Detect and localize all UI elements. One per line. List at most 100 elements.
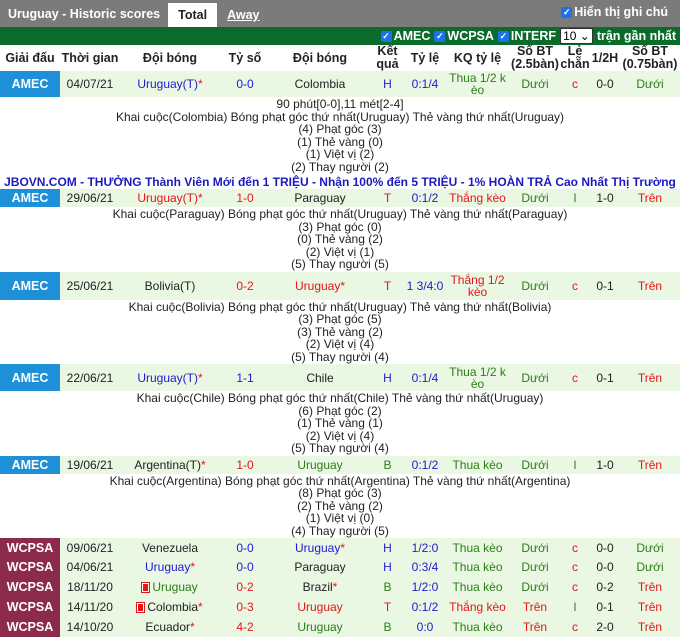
- home-team[interactable]: Uruguay(T)*: [120, 71, 220, 97]
- league-badge[interactable]: AMEC: [0, 455, 60, 474]
- star-marker: *: [198, 600, 203, 614]
- match-date: 29/06/21: [60, 189, 120, 207]
- odd-even: c: [560, 538, 590, 557]
- away-team[interactable]: Uruguay: [270, 597, 370, 617]
- half-time-score: 0-0: [590, 71, 620, 97]
- handicap: 0:1/2: [405, 455, 445, 474]
- score: 0-2: [220, 271, 270, 300]
- handicap: 0:3/4: [405, 557, 445, 577]
- home-team[interactable]: Uruguay: [120, 577, 220, 597]
- detail-line: (2) Thay người (2): [291, 159, 389, 174]
- match-count-suffix: trận gần nhất: [596, 29, 676, 43]
- table-row: WCPSA 04/06/21 Uruguay* 0-0 Paraguay H 0:3/4 Th…: [0, 557, 680, 577]
- away-team[interactable]: Paraguay: [270, 189, 370, 207]
- odd-even: c: [560, 577, 590, 597]
- over-under-075: Trên: [620, 617, 680, 637]
- away-team[interactable]: Colombia: [270, 71, 370, 97]
- checkbox-icon[interactable]: ✓: [434, 30, 446, 42]
- filter-label: WCPSA: [447, 29, 494, 43]
- league-badge[interactable]: AMEC: [0, 271, 60, 300]
- table-row: WCPSA 18/11/20 Uruguay 0-2 Brazil* B 1/2:0 Thua…: [0, 577, 680, 597]
- table-row: WCPSA 14/11/20 Colombia* 0-3 Uruguay T 0:1/2 Th…: [0, 597, 680, 617]
- league-badge[interactable]: WCPSA: [0, 617, 60, 637]
- star-marker: *: [190, 620, 195, 634]
- match-details: Khai cuộc(Paraguay) Bóng phạt góc thứ nh…: [0, 207, 680, 272]
- home-team[interactable]: Argentina(T)*: [120, 455, 220, 474]
- league-badge[interactable]: WCPSA: [0, 577, 60, 597]
- filter-wcpsa[interactable]: ✓ WCPSA: [434, 29, 494, 43]
- league-badge[interactable]: WCPSA: [0, 557, 60, 577]
- checkbox-icon[interactable]: ✓: [497, 30, 509, 42]
- result: B: [370, 617, 405, 637]
- chevron-down-icon: ⌄: [579, 29, 590, 43]
- home-team[interactable]: Colombia*: [120, 597, 220, 617]
- score: 0-0: [220, 71, 270, 97]
- promo-link[interactable]: JBOVN.COM - THƯỞNG Thành Viên Mới đến 1 …: [0, 174, 680, 189]
- home-team[interactable]: Uruguay(T)*: [120, 364, 220, 391]
- away-team[interactable]: Paraguay: [270, 557, 370, 577]
- away-team[interactable]: Brazil*: [270, 577, 370, 597]
- filter-label: AMEC: [393, 29, 431, 43]
- league-badge[interactable]: AMEC: [0, 189, 60, 207]
- score: 0-0: [220, 557, 270, 577]
- filter-interf[interactable]: ✓ INTERF: [497, 29, 556, 43]
- handicap-result: Thắng kèo: [445, 597, 510, 617]
- team-name: Uruguay(T): [137, 370, 198, 385]
- column-header: Đội bóng: [270, 45, 370, 71]
- team-name: Uruguay: [297, 600, 343, 614]
- away-team[interactable]: Uruguay*: [270, 271, 370, 300]
- home-team[interactable]: Bolivia(T): [120, 271, 220, 300]
- star-marker: *: [340, 540, 346, 555]
- over-under: Trên: [510, 617, 560, 637]
- results-table: Giải đấu Thời gian Đội bóng Tỷ số Đội bóng Kế…: [0, 45, 680, 637]
- column-header: Số BT (2.5bàn): [510, 44, 560, 71]
- away-team[interactable]: Uruguay: [270, 617, 370, 637]
- home-team[interactable]: Venezuela: [120, 538, 220, 557]
- handicap-result: Thua kèo: [445, 455, 510, 474]
- match-date: 22/06/21: [60, 364, 120, 391]
- away-team[interactable]: Chile: [270, 364, 370, 391]
- team-name: Uruguay: [297, 620, 343, 634]
- handicap: 0:1/4: [405, 71, 445, 97]
- over-under: Dưới: [510, 271, 560, 300]
- header-bar: Uruguay - Historic scores Total Away ✓ Hi…: [0, 0, 680, 27]
- checkbox-icon[interactable]: ✓: [561, 6, 573, 18]
- match-date: 19/06/21: [60, 455, 120, 474]
- over-under-075: Dưới: [620, 71, 680, 97]
- column-header: Kết quả: [370, 45, 405, 71]
- home-team[interactable]: Uruguay*: [120, 557, 220, 577]
- score: 1-0: [220, 455, 270, 474]
- team-name: Bolivia(T): [144, 278, 196, 293]
- half-time-score: 0-1: [590, 364, 620, 391]
- away-team[interactable]: Uruguay: [270, 455, 370, 474]
- handicap-result: Thua 1/2 k èo: [445, 71, 510, 97]
- home-team[interactable]: Uruguay(T)*: [120, 189, 220, 207]
- result: T: [370, 271, 405, 300]
- column-header: KQ tỷ lệ: [445, 45, 510, 71]
- filter-amec[interactable]: ✓ AMEC: [380, 29, 431, 43]
- over-under: Dưới: [510, 455, 560, 474]
- star-marker: *: [190, 560, 196, 574]
- away-team[interactable]: Uruguay*: [270, 538, 370, 557]
- over-under-075: Trên: [620, 364, 680, 391]
- table-row: WCPSA 09/06/21 Venezuela 0-0 Uruguay* H 1/2:0 T…: [0, 538, 680, 557]
- league-badge[interactable]: AMEC: [0, 71, 60, 97]
- detail-line: (5) Thay người (4): [291, 441, 389, 455]
- home-team[interactable]: Ecuador*: [120, 617, 220, 637]
- show-notes-toggle[interactable]: ✓ Hiển thị ghi chú: [561, 5, 668, 19]
- league-badge[interactable]: WCPSA: [0, 538, 60, 557]
- tab-away[interactable]: Away: [217, 3, 269, 27]
- league-badge[interactable]: AMEC: [0, 364, 60, 391]
- checkbox-icon[interactable]: ✓: [380, 30, 392, 42]
- over-under-075: Dưới: [620, 557, 680, 577]
- promo-banner[interactable]: JBOVN.COM - THƯỞNG Thành Viên Mới đến 1 …: [0, 174, 680, 189]
- team-name: Chile: [306, 370, 334, 385]
- detail-line: (0) Thẻ vàng (2): [297, 232, 383, 246]
- match-count-select[interactable]: 10 ⌄: [560, 28, 593, 44]
- league-badge[interactable]: WCPSA: [0, 597, 60, 617]
- result: H: [370, 538, 405, 557]
- table-row: AMEC 19/06/21 Argentina(T)* 1-0 Uruguay B 0:1/…: [0, 455, 680, 474]
- tab-total[interactable]: Total: [168, 3, 218, 27]
- result: B: [370, 577, 405, 597]
- handicap-result: Thua 1/2 k èo: [445, 364, 510, 391]
